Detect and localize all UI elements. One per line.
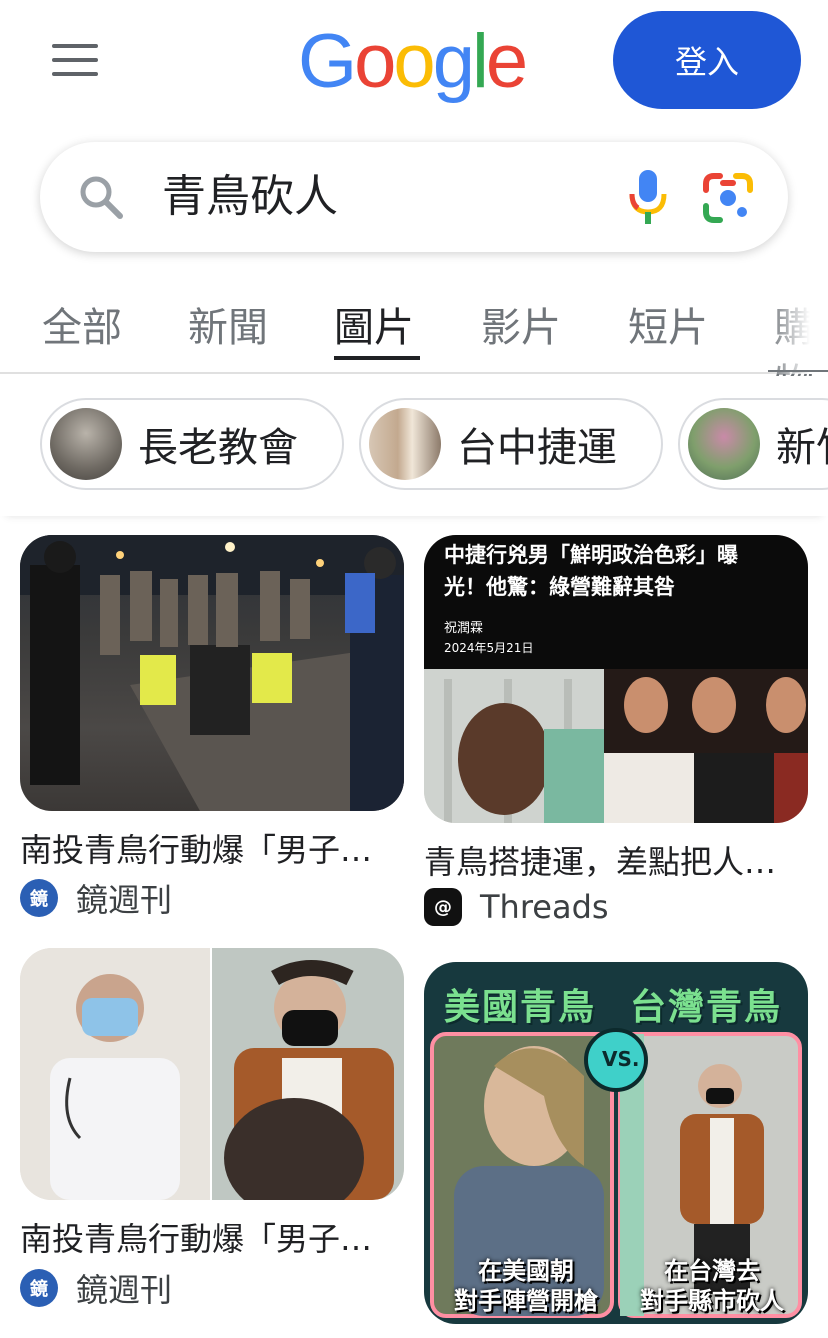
hamburger-menu-icon[interactable] xyxy=(52,44,98,76)
active-tab-indicator xyxy=(334,356,420,360)
search-icon[interactable] xyxy=(78,174,124,220)
police-scene-image xyxy=(20,535,404,811)
header: Google 登入 xyxy=(0,0,828,120)
right-panel-title: 台灣青鳥 xyxy=(630,986,783,1028)
suspect-photos-image xyxy=(20,948,404,1200)
right-panel-caption: 在台灣去 對手縣市砍人 xyxy=(640,1257,784,1315)
news-header-panel: 中捷行兇男「鮮明政治色彩」曝 光！他驚：綠營難辭其咎 祝潤霖 2024年5月21… xyxy=(424,535,808,669)
result-thumbnail[interactable]: 美國青鳥 台灣青鳥 VS. 在美國朝 對手陣營開槍 在台灣去 對手縣市砍人 xyxy=(424,962,808,1324)
microphone-icon[interactable] xyxy=(624,168,672,228)
chip-label: 長老教會 xyxy=(138,425,298,471)
result-title[interactable]: 南投青鳥行動爆「男子… xyxy=(20,1214,404,1260)
chip-presbyterian-church[interactable]: 長老教會 xyxy=(40,398,344,490)
result-source[interactable]: 鏡 鏡週刊 xyxy=(20,1265,172,1311)
tab-videos[interactable]: 影片 xyxy=(481,300,561,356)
source-name: 鏡週刊 xyxy=(76,881,173,919)
news-headline: 中捷行兇男「鮮明政治色彩」曝 光！他驚：綠營難辭其咎 xyxy=(444,543,738,599)
left-panel-title: 美國青鳥 xyxy=(444,986,597,1028)
result-thumbnail[interactable] xyxy=(20,535,404,811)
tab-all[interactable]: 全部 xyxy=(42,300,122,356)
result-title[interactable]: 青鳥搭捷運，差點把人… xyxy=(424,837,808,883)
tab-short-videos[interactable]: 短片 xyxy=(628,300,708,356)
chip-label: 台中捷運 xyxy=(457,425,617,471)
image-result-4[interactable]: 美國青鳥 台灣青鳥 VS. 在美國朝 對手陣營開槍 在台灣去 對手縣市砍人 xyxy=(424,962,808,1326)
search-input[interactable]: 青鳥砍人 xyxy=(162,168,338,226)
chip-thumbnail xyxy=(688,408,760,480)
news-author: 祝潤霖 xyxy=(444,621,484,636)
tab-news[interactable]: 新聞 xyxy=(188,300,268,356)
tabs-fade xyxy=(768,290,828,374)
result-thumbnail[interactable] xyxy=(20,948,404,1200)
tab-images[interactable]: 圖片 xyxy=(334,300,414,356)
mrt-photo-collage xyxy=(424,669,808,823)
result-source[interactable]: @ Threads xyxy=(424,888,609,926)
chip-thumbnail xyxy=(50,408,122,480)
google-lens-icon[interactable] xyxy=(702,172,754,224)
left-panel-caption: 在美國朝 對手陣營開槍 xyxy=(454,1257,598,1315)
search-bar[interactable]: 青鳥砍人 xyxy=(40,142,788,252)
mirror-media-icon: 鏡 xyxy=(20,879,58,917)
signin-button[interactable]: 登入 xyxy=(613,11,801,109)
chip-label: 新竹 xyxy=(776,425,828,471)
chip-hsinchu[interactable]: 新竹 xyxy=(678,398,828,490)
threads-icon: @ xyxy=(424,888,462,926)
tabs-scroll-indicator xyxy=(768,370,828,372)
image-result-2[interactable]: 中捷行兇男「鮮明政治色彩」曝 光！他驚：綠營難辭其咎 祝潤霖 2024年5月21… xyxy=(424,535,808,927)
source-name: Threads xyxy=(480,888,609,926)
source-name: 鏡週刊 xyxy=(76,1271,173,1309)
mirror-media-icon: 鏡 xyxy=(20,1269,58,1307)
chip-thumbnail xyxy=(369,408,441,480)
result-title[interactable]: 南投青鳥行動爆「男子… xyxy=(20,825,404,871)
related-chips: 長老教會 台中捷運 新竹 xyxy=(0,376,828,516)
result-thumbnail[interactable]: 中捷行兇男「鮮明政治色彩」曝 光！他驚：綠營難辭其咎 祝潤霖 2024年5月21… xyxy=(424,535,808,823)
result-source[interactable]: 鏡 鏡週刊 xyxy=(20,875,172,921)
chip-taichung-mrt[interactable]: 台中捷運 xyxy=(359,398,663,490)
image-result-1[interactable]: 南投青鳥行動爆「男子… 鏡 鏡週刊 xyxy=(20,535,404,919)
vs-badge: VS. xyxy=(602,1047,640,1071)
search-tabs: 全部 新聞 圖片 影片 短片 購物 xyxy=(0,290,828,407)
google-logo[interactable]: Google xyxy=(298,14,528,110)
news-date: 2024年5月21日 xyxy=(444,641,534,655)
image-result-3[interactable]: 南投青鳥行動爆「男子… 鏡 鏡週刊 xyxy=(20,948,404,1314)
